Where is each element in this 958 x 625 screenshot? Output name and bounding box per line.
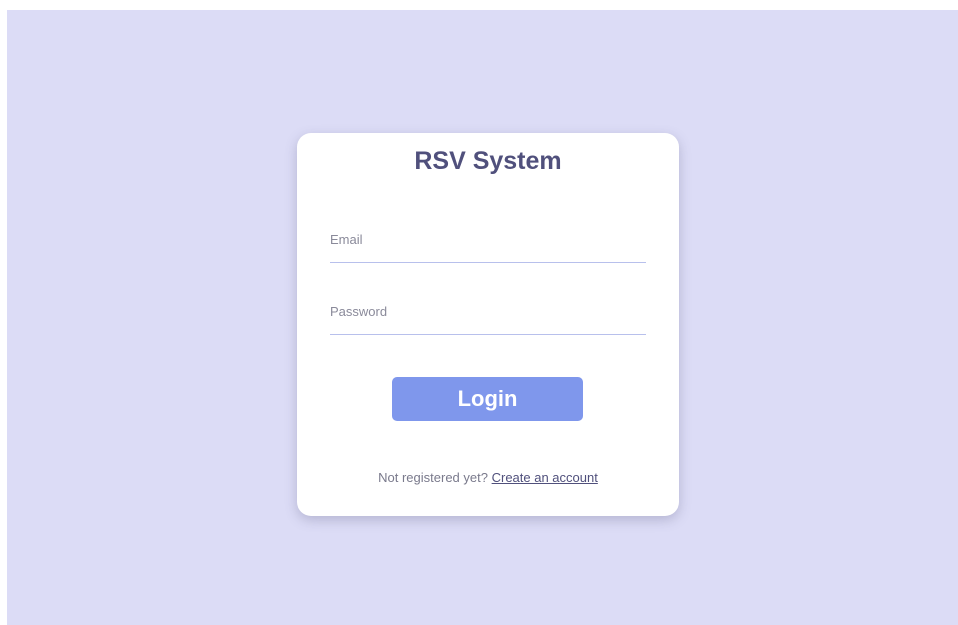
password-input[interactable] (330, 297, 646, 335)
card-title: RSV System (414, 147, 562, 175)
register-prompt-text: Not registered yet? (378, 470, 488, 485)
email-field-group (330, 225, 646, 263)
register-prompt-row: Not registered yet? Create an account (297, 470, 679, 485)
create-account-link[interactable]: Create an account (492, 470, 598, 485)
login-button[interactable]: Login (392, 377, 583, 421)
login-card: RSV System Login Not registered yet? Cre… (297, 133, 679, 516)
email-input[interactable] (330, 225, 646, 263)
password-field-group (330, 297, 646, 335)
